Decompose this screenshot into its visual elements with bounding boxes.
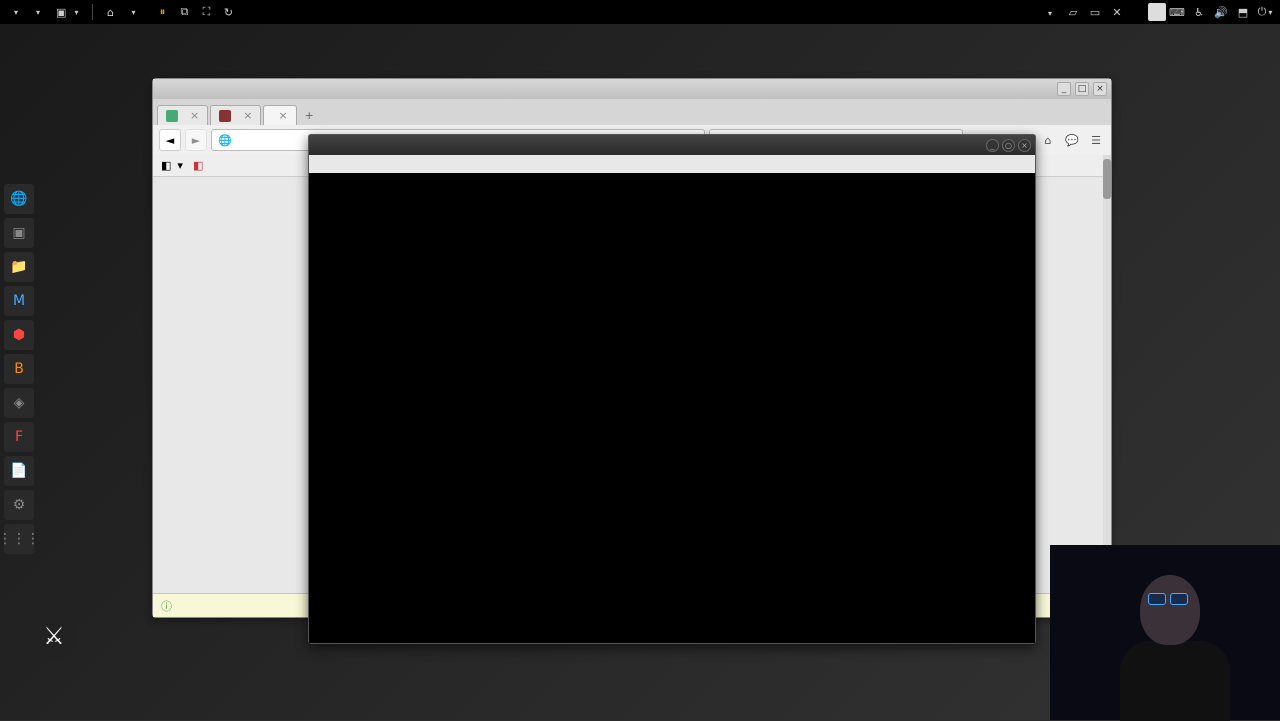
dock-burp[interactable]: B <box>4 354 34 384</box>
vm-icon-2[interactable]: ▭ <box>1084 3 1106 21</box>
desktop: 🌐 ▣ 📁 M ⬢ B ◈ F 📄 ⚙ ⋮⋮⋮ _ □ × × × × + ◄ … <box>0 24 1280 720</box>
vm-name-dropdown[interactable] <box>1036 6 1062 19</box>
applications-menu[interactable] <box>4 8 26 17</box>
vm-icon-1[interactable]: ▱ <box>1062 3 1084 21</box>
close-button[interactable]: × <box>1018 139 1031 152</box>
minimize-button[interactable]: _ <box>1057 82 1071 96</box>
network-icon[interactable]: ⬒ <box>1232 3 1254 21</box>
tab-dvwa[interactable]: × <box>210 105 261 125</box>
maximize-button[interactable]: □ <box>1075 82 1089 96</box>
close-icon[interactable]: × <box>278 109 287 122</box>
folder-icon: ◧ <box>161 159 171 172</box>
hamburger-icon[interactable]: ☰ <box>1087 131 1105 149</box>
terminal-menu[interactable]: ▣ <box>48 6 86 19</box>
globe-icon: 🌐 <box>218 134 232 147</box>
gnome-top-panel: ▣ ⌂ ⏸ ⧉ ⛶ ↻ ▱ ▭ ✕ ⌨ ♿ 🔊 ⬒ ⏻ <box>0 0 1280 24</box>
back-button[interactable]: ◄ <box>159 129 181 151</box>
separator <box>92 4 93 20</box>
bookmark-offensive[interactable]: ◧ <box>193 159 206 172</box>
vmware-home-icon[interactable]: ⌂ <box>99 3 121 21</box>
minimize-button[interactable]: _ <box>986 139 999 152</box>
favicon-icon <box>219 110 231 122</box>
power-icon[interactable]: ⏻ <box>1254 3 1276 21</box>
dock-metasploit[interactable]: M <box>4 286 34 316</box>
unity-icon[interactable]: ↻ <box>217 3 239 21</box>
player-menu[interactable] <box>121 8 143 17</box>
tab-apache[interactable]: × <box>263 105 296 125</box>
dock-faraday[interactable]: F <box>4 422 34 452</box>
terminal-icon: ▣ <box>56 6 66 19</box>
vm-icon-3[interactable]: ✕ <box>1106 3 1128 21</box>
fullscreen-icon[interactable]: ⛶ <box>195 3 217 21</box>
dock-files[interactable]: 📁 <box>4 252 34 282</box>
scrollbar[interactable] <box>1103 155 1111 593</box>
dock-leafpad[interactable]: 📄 <box>4 456 34 486</box>
bookmark-most-visited[interactable]: ◧▾ <box>161 159 183 172</box>
maximize-button[interactable]: ○ <box>1002 139 1015 152</box>
tab-strip: × × × + <box>153 99 1111 125</box>
new-tab-button[interactable]: + <box>299 106 320 125</box>
snapshot-icon[interactable]: ⧉ <box>173 3 195 21</box>
volume-icon[interactable]: 🔊 <box>1210 3 1232 21</box>
tab-kali[interactable]: × <box>157 105 208 125</box>
close-button[interactable]: × <box>1093 82 1107 96</box>
terminal-output[interactable] <box>309 173 1035 643</box>
places-menu[interactable] <box>26 8 48 17</box>
forward-button[interactable]: ► <box>185 129 207 151</box>
terminal-menubar <box>309 155 1035 173</box>
browser-titlebar[interactable]: _ □ × <box>153 79 1111 99</box>
chat-icon[interactable]: 💬 <box>1063 131 1081 149</box>
viking-logo: ⚔ <box>30 612 78 660</box>
webcam-overlay <box>1050 545 1280 720</box>
terminal-window: _ ○ × <box>308 134 1036 644</box>
folder-icon: ◧ <box>193 159 203 172</box>
terminal-titlebar[interactable]: _ ○ × <box>309 135 1035 155</box>
dock-show-apps[interactable]: ⋮⋮⋮ <box>4 524 34 554</box>
close-icon[interactable]: × <box>190 109 199 122</box>
dock-armitage[interactable]: ⬢ <box>4 320 34 350</box>
close-icon[interactable]: × <box>243 109 252 122</box>
dock-tweak[interactable]: ⚙ <box>4 490 34 520</box>
accessibility-icon[interactable]: ♿ <box>1188 3 1210 21</box>
workspace-indicator[interactable] <box>1148 3 1166 21</box>
watermark: ⚔ <box>30 612 86 660</box>
keyboard-icon[interactable]: ⌨ <box>1166 3 1188 21</box>
home-icon[interactable]: ⌂ <box>1039 131 1057 149</box>
dock: 🌐 ▣ 📁 M ⬢ B ◈ F 📄 ⚙ ⋮⋮⋮ <box>4 184 36 554</box>
dock-iceweasel[interactable]: 🌐 <box>4 184 34 214</box>
dock-terminal[interactable]: ▣ <box>4 218 34 248</box>
info-icon: ⓘ <box>161 598 172 614</box>
favicon-icon <box>166 110 178 122</box>
pause-icon[interactable]: ⏸ <box>151 3 173 21</box>
dock-maltego[interactable]: ◈ <box>4 388 34 418</box>
